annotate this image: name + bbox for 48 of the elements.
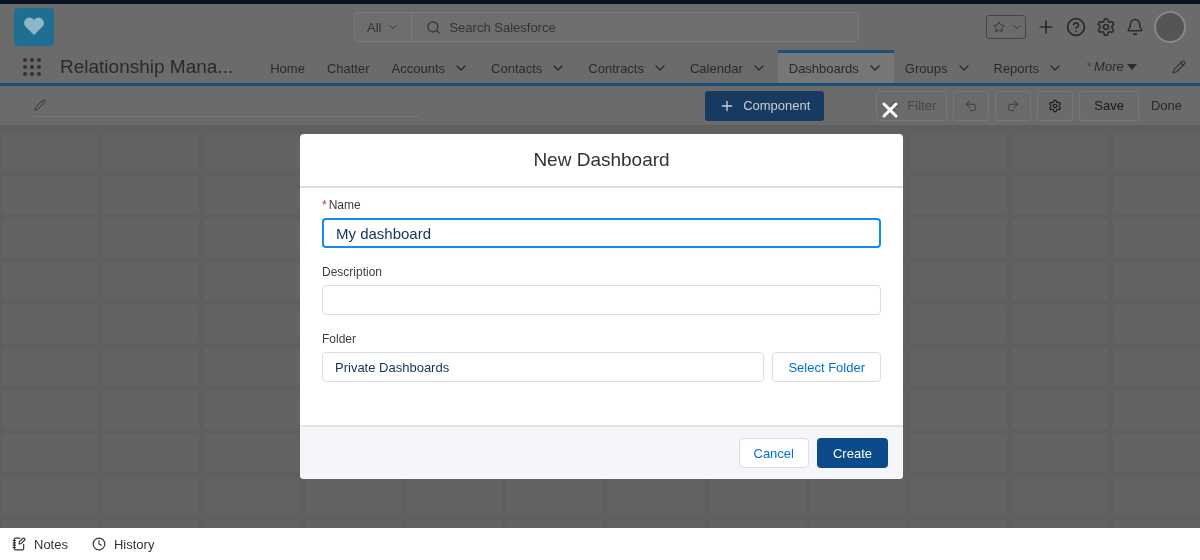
app-name: Relationship Mana... xyxy=(60,54,234,79)
redo-icon xyxy=(1006,98,1021,113)
field-label: Description xyxy=(322,265,384,279)
settings-icon[interactable] xyxy=(1096,17,1116,37)
cancel-button[interactable]: Cancel xyxy=(738,438,809,468)
add-component-button[interactable]: Component xyxy=(705,90,825,121)
notes-icon xyxy=(12,537,26,551)
nav-tab[interactable]: Home xyxy=(259,50,316,83)
modal-title: New Dashboard xyxy=(533,149,670,171)
nav-tab[interactable]: Groups xyxy=(893,50,983,83)
nav-tab[interactable]: Reports xyxy=(982,50,1075,83)
search-scope-dropdown[interactable]: All xyxy=(355,13,413,41)
create-button[interactable]: Create xyxy=(816,438,888,468)
pencil-icon xyxy=(34,99,46,111)
nav-tab[interactable]: Accounts xyxy=(380,50,481,83)
nav-tab[interactable]: Contacts xyxy=(480,50,578,83)
edit-icon[interactable] xyxy=(1172,59,1186,74)
clock-icon xyxy=(91,537,106,551)
done-button[interactable]: Done xyxy=(1144,90,1188,121)
utility-bar-item[interactable]: History xyxy=(91,536,155,552)
utility-bar-item[interactable]: Notes xyxy=(12,536,68,552)
input-field[interactable]: Private Dashboards xyxy=(322,352,765,382)
nav-tab[interactable]: Dashboards xyxy=(777,50,894,83)
nav-tab[interactable]: Contracts xyxy=(577,50,679,83)
undo-button[interactable] xyxy=(953,90,990,121)
search-icon xyxy=(426,19,442,35)
field-label: * Name xyxy=(322,198,362,212)
more-menu[interactable]: * More xyxy=(1074,50,1149,83)
search-field[interactable]: All Search Salesforce xyxy=(354,12,859,42)
app-logo[interactable] xyxy=(14,8,54,46)
notifications-icon[interactable] xyxy=(1126,18,1144,36)
avatar[interactable] xyxy=(1154,11,1186,43)
nav-tab[interactable]: Chatter xyxy=(315,50,381,83)
favorites-button[interactable] xyxy=(986,15,1026,39)
input-field[interactable] xyxy=(322,285,881,315)
settings-button[interactable] xyxy=(1037,90,1074,121)
caret-icon xyxy=(1126,62,1137,71)
plus-icon xyxy=(887,98,902,113)
help-icon[interactable] xyxy=(1066,17,1086,37)
field-label: Folder xyxy=(322,332,357,346)
select-folder-button[interactable]: Select Folder xyxy=(772,352,881,382)
star-icon xyxy=(993,21,1005,33)
save-button[interactable]: Save xyxy=(1079,90,1139,121)
input-field[interactable]: My dashboard xyxy=(322,218,881,248)
redo-button[interactable] xyxy=(995,90,1032,121)
gear-icon xyxy=(1048,98,1063,113)
undo-icon xyxy=(964,98,979,113)
nav-tab[interactable]: Calendar xyxy=(679,50,778,83)
